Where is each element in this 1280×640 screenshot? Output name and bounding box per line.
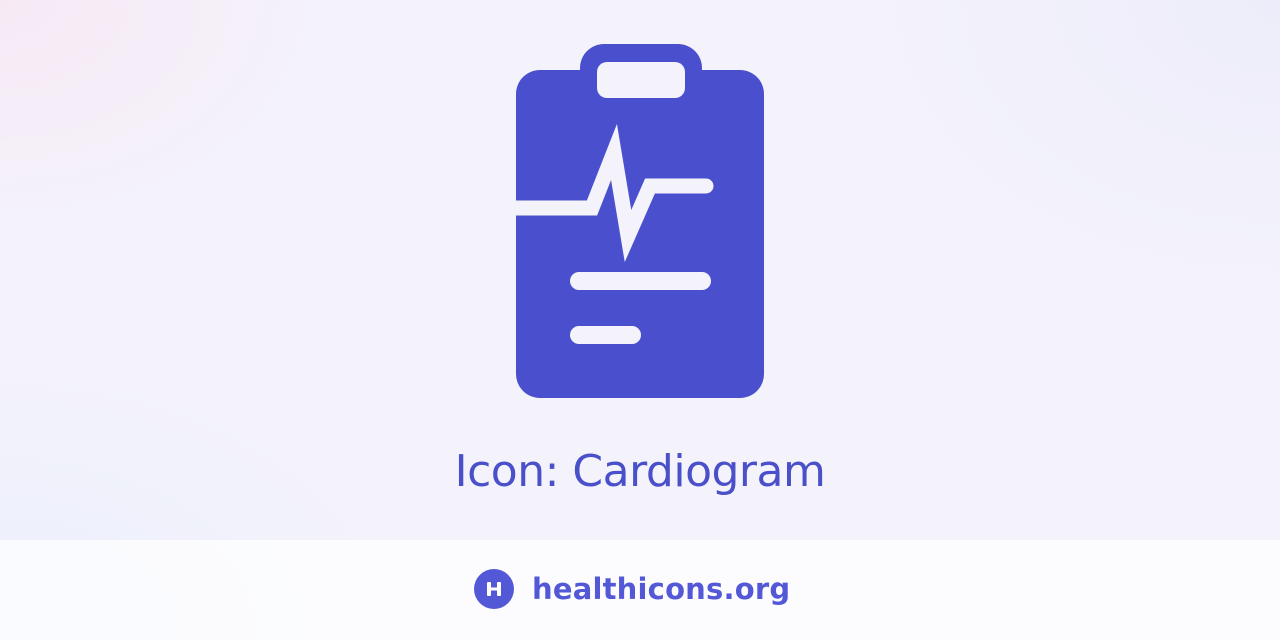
healthicons-logo-icon: [474, 569, 514, 609]
healthicons-link[interactable]: healthicons.org: [474, 569, 790, 609]
cardiogram-icon: [516, 44, 764, 398]
footer: healthicons.org: [0, 540, 1280, 640]
brand-name: healthicons.org: [532, 572, 791, 606]
hero: Icon: Cardiogram: [0, 0, 1280, 540]
page-title: Icon: Cardiogram: [454, 446, 826, 497]
